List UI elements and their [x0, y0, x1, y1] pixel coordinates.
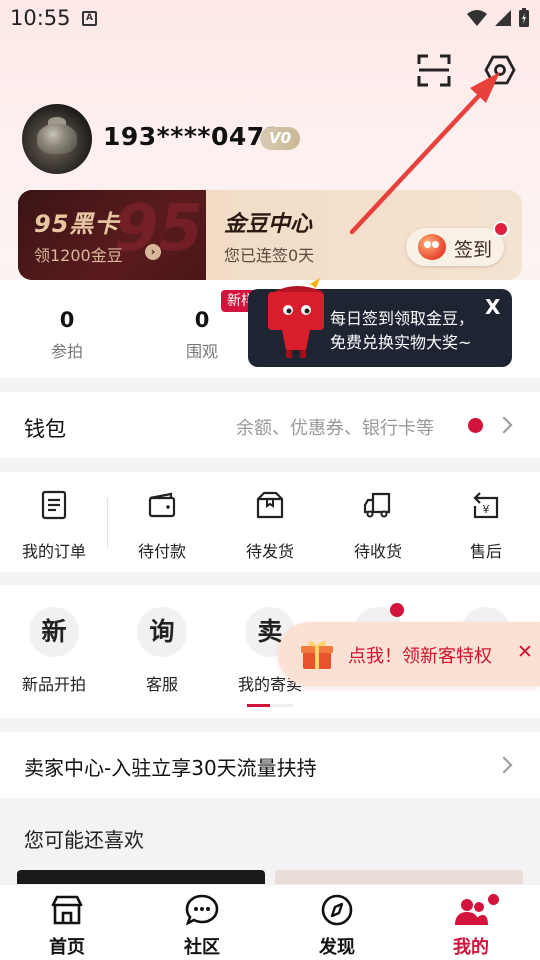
page-indicator-active: [247, 704, 270, 707]
status-bar: 10:55 A: [0, 0, 540, 36]
tab-label: 我的: [453, 937, 489, 958]
avatar[interactable]: [22, 104, 92, 174]
after-sales-button[interactable]: ¥ 售后: [441, 490, 531, 562]
level-badge[interactable]: V0: [260, 127, 300, 150]
promo-close-button[interactable]: ✕: [517, 641, 533, 663]
wallet-row[interactable]: 钱包 余额、优惠券、银行卡等: [0, 392, 540, 458]
service-icon: 新: [29, 607, 79, 657]
pending-payment-button[interactable]: 待付款: [117, 490, 207, 562]
gift-icon: [301, 641, 333, 669]
tab-community[interactable]: 社区: [157, 893, 247, 959]
order-label: 我的订单: [21, 542, 86, 561]
chat-icon: [185, 894, 219, 926]
status-right: [466, 8, 530, 28]
order-label: 待发货: [245, 542, 294, 561]
stat-label: 参拍: [50, 342, 83, 361]
checkin-badge-dot: [493, 221, 509, 237]
pending-shipment-button[interactable]: 待发货: [225, 490, 315, 562]
stat-label: 围观: [185, 342, 218, 361]
bottom-tab-bar: 首页 社区 发现 我的: [0, 884, 540, 960]
scan-icon[interactable]: [417, 53, 451, 87]
stat-watch[interactable]: 0 围观: [157, 308, 247, 362]
service-badge-dot: [390, 603, 404, 617]
my-orders-button[interactable]: 我的订单: [9, 490, 99, 562]
promo-text: 点我！领新客特权: [348, 646, 492, 667]
orders-panel: 我的订单 待付款 待发货 待收货 ¥ 售后: [0, 472, 540, 572]
svg-text:¥: ¥: [483, 503, 490, 516]
pending-receipt-button[interactable]: 待收货: [333, 490, 423, 562]
chevron-right-icon: [495, 416, 513, 434]
wallet-description: 余额、优惠券、银行卡等: [236, 418, 434, 439]
order-list-icon: [41, 490, 67, 520]
service-label: 客服: [145, 675, 178, 694]
checkin-streak: 您已连签0天: [224, 246, 315, 265]
vip-card-section[interactable]: 95 95黑卡 领1200金豆 ›: [18, 190, 206, 280]
wallet-title: 钱包: [24, 417, 66, 441]
wifi-icon: [467, 10, 487, 26]
tab-discover[interactable]: 发现: [292, 893, 382, 959]
signal-icon: [495, 10, 511, 26]
order-divider: [107, 498, 108, 548]
service-new-auction[interactable]: 新 新品开拍: [9, 607, 99, 695]
mascot-bird-icon: [418, 234, 446, 260]
page-indicator: [247, 704, 293, 707]
chevron-right-icon: [495, 756, 513, 774]
stat-bids[interactable]: 0 参拍: [22, 308, 112, 362]
wallet-icon: [148, 492, 176, 518]
mascot-icon: [268, 278, 324, 358]
gold-bean-card[interactable]: 95 95黑卡 领1200金豆 › 金豆中心 您已连签0天 签到: [18, 190, 522, 280]
new-customer-promo[interactable]: 点我！领新客特权 ✕: [278, 622, 540, 686]
battery-icon: [519, 8, 529, 27]
notification-a-icon: A: [82, 11, 97, 26]
vip-card-subtitle: 领1200金豆: [34, 246, 123, 265]
tab-label: 社区: [184, 937, 220, 958]
service-icon: 询: [137, 607, 187, 657]
wallet-badge-dot: [468, 418, 483, 433]
user-phone: 193****0472: [103, 122, 283, 151]
tab-label: 首页: [49, 937, 85, 958]
vip-card-title: 95黑卡: [34, 210, 120, 238]
seller-center-row[interactable]: 卖家中心-入驻立享30天流量扶持: [0, 732, 540, 798]
status-time: 10:55: [10, 6, 71, 30]
tab-mine[interactable]: 我的: [426, 893, 516, 959]
vip-arrow-icon: ›: [145, 244, 161, 260]
seller-center-text: 卖家中心-入驻立享30天流量扶持: [24, 756, 317, 780]
checkin-button[interactable]: 签到: [406, 228, 504, 266]
service-label: 新品开拍: [21, 675, 86, 694]
package-icon: [256, 491, 284, 519]
profile-icon: [455, 899, 488, 925]
truck-icon: [363, 492, 391, 518]
home-icon: [51, 895, 83, 925]
tooltip-line2: 免费兑换实物大奖~: [330, 333, 472, 352]
settings-icon[interactable]: [483, 53, 517, 87]
tooltip-close-button[interactable]: X: [485, 295, 500, 319]
gold-center-title: 金豆中心: [224, 212, 313, 237]
recommendations-title: 您可能还喜欢: [24, 828, 144, 852]
refund-icon: ¥: [473, 492, 499, 519]
tab-badge-dot: [486, 892, 501, 907]
tab-label: 发现: [319, 937, 355, 958]
order-label: 待收货: [353, 542, 402, 561]
compass-icon: [321, 894, 353, 926]
order-label: 售后: [469, 542, 502, 561]
order-label: 待付款: [137, 542, 186, 561]
service-customer-support[interactable]: 询 客服: [117, 607, 207, 695]
tooltip-line1: 每日签到领取金豆，: [330, 309, 475, 328]
tab-home[interactable]: 首页: [22, 893, 112, 959]
checkin-label: 签到: [454, 239, 493, 261]
stat-value: 0: [59, 308, 75, 332]
